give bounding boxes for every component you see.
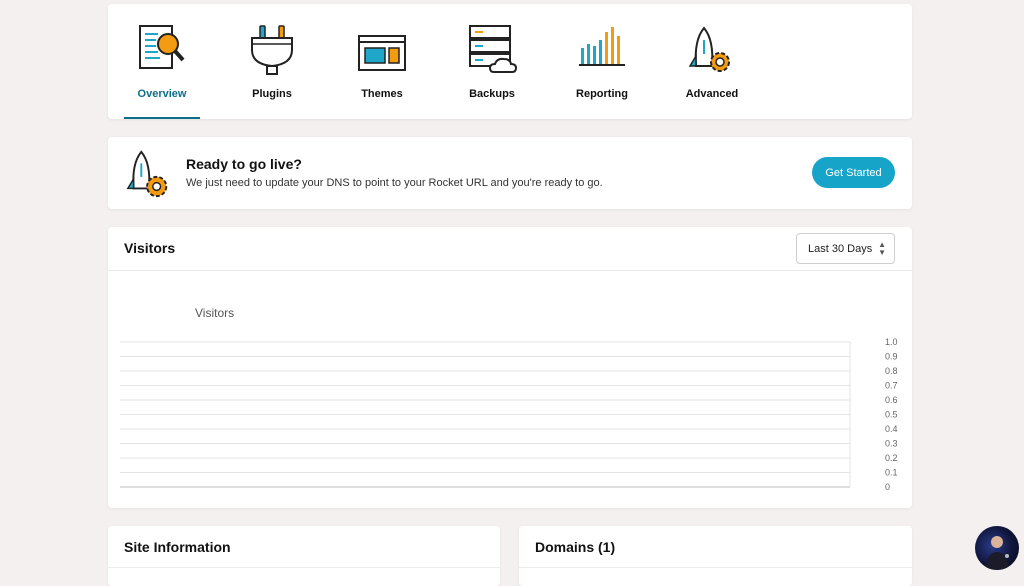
visitors-chart: Visitors 1.0 0.9 0.8 0.7 0.6 0.5 0.4 0.3 0.2 0.1 0 <box>120 306 898 492</box>
y-tick-label: 0.2 <box>885 453 898 463</box>
chart-y-axis: 1.0 0.9 0.8 0.7 0.6 0.5 0.4 0.3 0.2 0.1 0 <box>885 337 898 492</box>
y-tick-label: 0.5 <box>885 410 898 420</box>
y-tick-label: 0.7 <box>885 381 898 391</box>
go-live-title: Ready to go live? <box>186 156 302 172</box>
tab-reporting[interactable]: Reporting <box>564 4 640 119</box>
date-range-select[interactable]: Last 30 Days ▲ ▼ <box>796 233 895 264</box>
y-tick-label: 0 <box>885 482 890 492</box>
y-tick-label: 0.8 <box>885 366 898 376</box>
divider <box>108 567 500 568</box>
domains-heading: Domains (1) <box>535 539 616 555</box>
go-live-description: We just need to update your DNS to point… <box>186 177 603 189</box>
divider <box>519 567 912 568</box>
visitors-heading: Visitors <box>124 240 176 256</box>
y-tick-label: 0.9 <box>885 352 898 362</box>
domains-card: Domains (1) <box>519 526 912 586</box>
tab-overview[interactable]: Overview <box>124 4 200 119</box>
chart-grid <box>120 341 851 488</box>
tab-plugins[interactable]: Plugins <box>234 4 310 119</box>
bar-chart-icon <box>579 27 625 66</box>
tab-label: Reporting <box>576 88 628 100</box>
tab-label: Overview <box>137 88 187 100</box>
server-cloud-icon <box>469 25 518 73</box>
site-information-heading: Site Information <box>124 539 231 555</box>
tab-backups[interactable]: Backups <box>454 4 530 119</box>
get-started-button[interactable]: Get Started <box>812 157 895 188</box>
tab-advanced[interactable]: Advanced <box>674 4 750 119</box>
chat-support-avatar[interactable] <box>975 526 1019 570</box>
y-tick-label: 1.0 <box>885 337 898 347</box>
tab-label: Backups <box>469 88 515 100</box>
y-tick-label: 0.4 <box>885 424 898 434</box>
tab-themes[interactable]: Themes <box>344 4 420 119</box>
magnifier-document-icon <box>139 25 185 69</box>
active-tab-indicator <box>124 117 200 119</box>
browser-window-icon <box>358 35 406 71</box>
rocket-gear-icon <box>688 26 730 72</box>
chart-title: Visitors <box>195 306 234 320</box>
site-information-card: Site Information <box>108 526 500 586</box>
y-tick-label: 0.6 <box>885 395 898 405</box>
visitors-card: Visitors Last 30 Days ▲ ▼ Visitors 1.0 0.9… <box>108 227 912 508</box>
tab-label: Themes <box>361 88 403 100</box>
date-range-value: Last 30 Days <box>808 243 873 255</box>
tab-label: Advanced <box>685 88 739 100</box>
tab-label: Plugins <box>252 88 292 100</box>
site-nav-card: Overview Plugins Themes Backups Reportin… <box>108 4 912 119</box>
support-agent-icon <box>985 536 1009 570</box>
y-tick-label: 0.1 <box>885 468 898 478</box>
y-tick-label: 0.3 <box>885 439 898 449</box>
plug-icon <box>251 25 293 75</box>
go-live-banner: Ready to go live? We just need to update… <box>108 137 912 209</box>
rocket-gear-icon <box>126 150 168 198</box>
select-arrows-icon: ▲ ▼ <box>878 240 886 257</box>
